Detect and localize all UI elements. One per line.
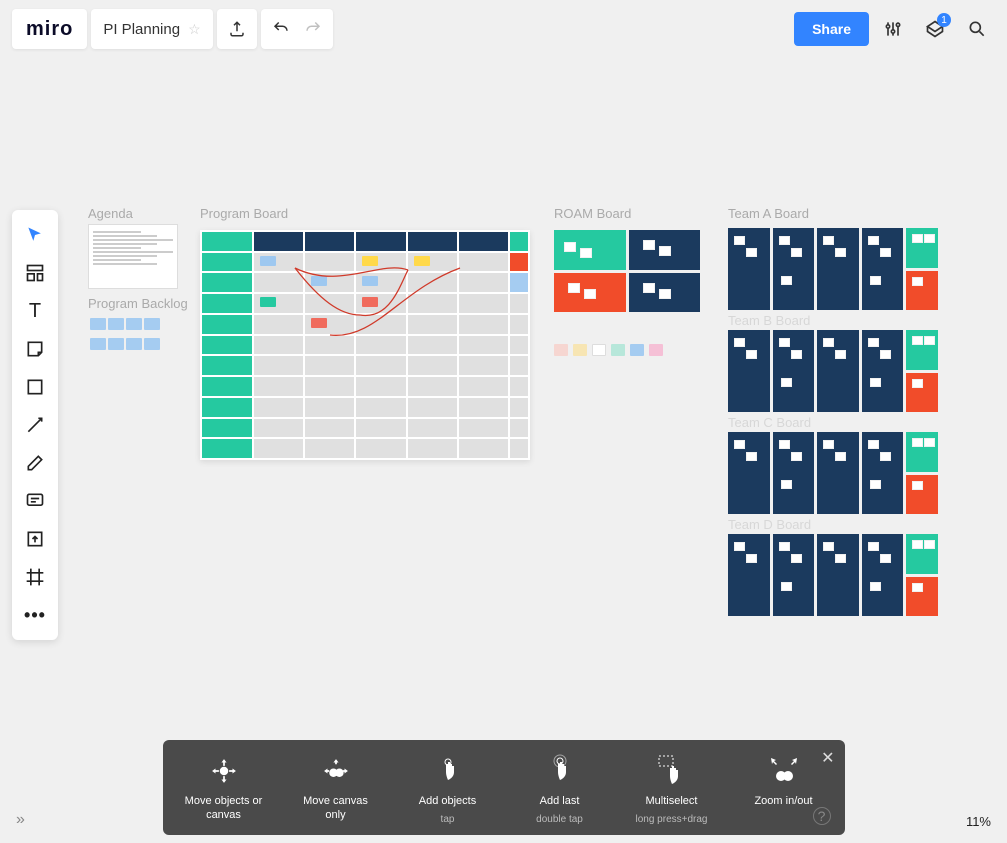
expand-panel-button[interactable]: »: [16, 811, 25, 829]
board-title: PI Planning: [103, 21, 180, 38]
team-board-card[interactable]: [728, 432, 938, 514]
gesture-move-objects: Move objects or canvas: [183, 754, 265, 823]
notification-badge: 1: [937, 13, 951, 27]
backlog-card[interactable]: [88, 316, 178, 358]
header: miro PI Planning ☆ Share 1: [12, 8, 995, 50]
undo-redo-box: [261, 9, 333, 49]
gesture-multiselect: Multiselect long press+drag: [631, 754, 713, 825]
search-icon[interactable]: [959, 11, 995, 47]
settings-icon[interactable]: [875, 11, 911, 47]
gesture-add-last: Add last double tap: [519, 754, 601, 825]
team-board-card[interactable]: [728, 228, 938, 310]
gesture-add-objects: Add objects tap: [407, 754, 489, 825]
roam-board-card[interactable]: [554, 230, 700, 312]
legend-chip: [611, 344, 625, 356]
share-button[interactable]: Share: [794, 12, 869, 46]
tap-icon: [433, 754, 463, 788]
label-roam-board: ROAM Board: [554, 206, 631, 221]
legend-chip: [630, 344, 644, 356]
notifications-icon[interactable]: 1: [917, 11, 953, 47]
zoom-level[interactable]: 11%: [966, 814, 991, 829]
help-icon[interactable]: ?: [813, 807, 831, 825]
gesture-help-bar: ✕ Move objects or canvas Move canvas onl…: [163, 740, 845, 835]
label-team-a: Team A Board: [728, 206, 809, 221]
label-team-c: Team C Board: [728, 415, 811, 430]
undo-button[interactable]: [272, 18, 290, 41]
select-icon: [655, 754, 689, 788]
board-title-box[interactable]: PI Planning ☆: [91, 9, 212, 49]
roam-legend: [554, 344, 663, 356]
export-button[interactable]: [217, 9, 257, 49]
logo-text: miro: [26, 18, 73, 41]
legend-chip: [573, 344, 587, 356]
program-board-card[interactable]: [200, 230, 530, 460]
label-team-d: Team D Board: [728, 517, 811, 532]
redo-button[interactable]: [304, 18, 322, 41]
close-icon[interactable]: ✕: [821, 748, 834, 768]
star-icon[interactable]: ☆: [188, 21, 201, 38]
team-board-card[interactable]: [728, 534, 938, 616]
legend-chip: [592, 344, 606, 356]
agenda-card[interactable]: [88, 224, 178, 289]
label-program-board: Program Board: [200, 206, 288, 221]
label-agenda: Agenda: [88, 206, 133, 221]
pinch-icon: [767, 754, 801, 788]
legend-chip: [554, 344, 568, 356]
header-left: miro PI Planning ☆: [12, 9, 333, 49]
team-board-card[interactable]: [728, 330, 938, 412]
hand-icon: [207, 754, 241, 788]
label-program-backlog: Program Backlog: [88, 296, 188, 311]
legend-chip: [649, 344, 663, 356]
logo[interactable]: miro: [12, 9, 87, 49]
gesture-zoom: Zoom in/out: [743, 754, 825, 808]
header-right: Share 1: [794, 11, 995, 47]
gesture-move-canvas: Move canvas only: [295, 754, 377, 823]
two-hand-icon: [319, 754, 353, 788]
canvas[interactable]: Agenda Program Board Program Backlog ROA…: [0, 60, 1007, 843]
double-tap-icon: [545, 754, 575, 788]
label-team-b: Team B Board: [728, 313, 810, 328]
